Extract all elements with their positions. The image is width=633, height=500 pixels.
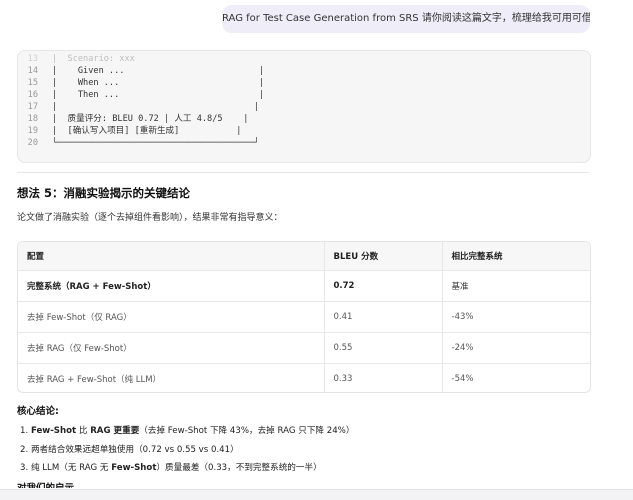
column-header: BLEU 分数 <box>323 242 442 271</box>
table-cell: -54% <box>441 363 590 392</box>
table-cell: -43% <box>441 301 590 333</box>
code-line: 13 | Scenario: xxx <box>27 54 135 64</box>
table-cell: 基准 <box>441 270 590 302</box>
table-cell: 0.55 <box>323 332 442 364</box>
table-header-row: 配置 BLEU 分数 相比完整系统 <box>18 242 590 271</box>
table-cell: 0.72 <box>323 270 442 302</box>
ablation-table: 配置 BLEU 分数 相比完整系统 完整系统（RAG + Few-Shot） 0… <box>17 241 591 393</box>
table-row: 去掉 RAG + Few-Shot（纯 LLM） 0.33 -54% <box>18 363 590 392</box>
section-divider <box>17 172 589 173</box>
code-line: 20 └─────────────────────────────────────… <box>27 138 259 148</box>
code-line: 15 | When ... | <box>27 78 265 88</box>
table-cell: -24% <box>441 332 590 364</box>
section-intro: 论文做了消融实验（逐个去掉组件看影响），结果非常有指导意义： <box>17 213 283 223</box>
conclusion-item-3: 3. 纯 LLM（无 RAG 无 Few-Shot）质量最差（0.33，不到完整… <box>20 463 322 473</box>
next-section-heading: 对我们的启示 <box>17 482 74 488</box>
table-row: 去掉 RAG（仅 Few-Shot） 0.55 -24% <box>18 332 590 364</box>
table-cell: 0.41 <box>323 301 442 333</box>
column-header: 相比完整系统 <box>441 242 590 271</box>
column-header: 配置 <box>18 242 324 271</box>
code-line: 17 | | <box>27 102 259 112</box>
table-row: 去掉 Few-Shot（仅 RAG） 0.41 -43% <box>18 301 590 333</box>
code-line: 16 | Then ... | <box>27 90 265 100</box>
table-cell: 去掉 RAG + Few-Shot（纯 LLM） <box>27 375 162 385</box>
section-heading: 想法 5：消融实验揭示的关键结论 <box>17 186 191 200</box>
table-cell: 去掉 RAG（仅 Few-Shot） <box>18 332 324 364</box>
code-line: 14 | Given ... | <box>27 66 265 76</box>
conclusion-item-2: 2. 两者结合效果远超单独使用（0.72 vs 0.55 vs 0.41） <box>20 445 239 455</box>
table-row: 完整系统（RAG + Few-Shot） 0.72 基准 <box>18 270 590 302</box>
code-line: 18 | 质量评分: BLEU 0.72 | 人工 4.8/5 | <box>27 114 249 124</box>
table-cell: 0.33 <box>323 363 442 392</box>
table-cell: 去掉 Few-Shot（仅 RAG） <box>18 301 324 333</box>
conclusions-title: 核心结论: <box>17 406 59 417</box>
code-block: 13 | Scenario: xxx 14 | Given ... | 15 | Wh… <box>17 50 591 163</box>
conclusion-item-1: 1. Few-Shot 比 RAG 更重要（去掉 Few-Shot 下降 43%… <box>20 426 355 436</box>
chat-input-bar[interactable] <box>0 489 633 500</box>
code-line: 19 | [确认写入项目] [重新生成] | <box>27 126 242 136</box>
table-cell: 完整系统（RAG + Few-Shot） <box>18 270 324 302</box>
user-message-bubble: RAG for Test Case Generation from SRS 请你… <box>222 5 590 33</box>
